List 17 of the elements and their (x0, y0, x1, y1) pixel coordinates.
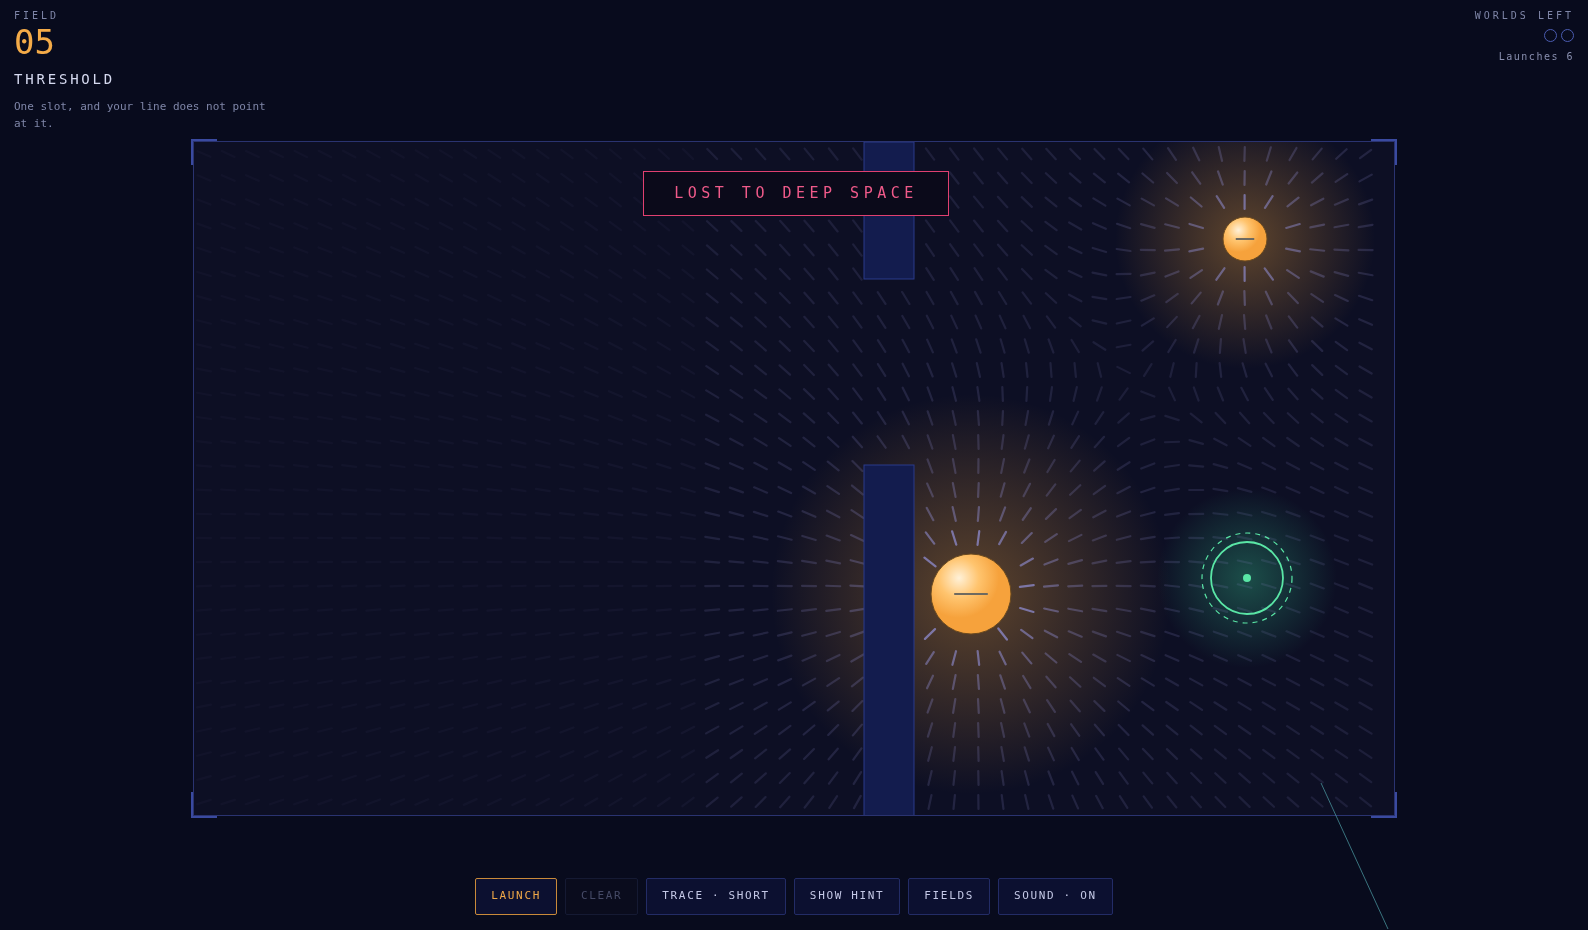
field-label: FIELD (14, 9, 61, 23)
control-button[interactable]: LAUNCH (475, 878, 557, 915)
control-button[interactable]: TRACE · SHORT (646, 878, 786, 915)
control-button[interactable]: SHOW HINT (793, 878, 901, 915)
worlds-left-label: WORLDS LEFT (1474, 9, 1574, 23)
corner-bracket (1371, 139, 1397, 165)
field-title: THRESHOLD (14, 70, 117, 89)
control-button[interactable]: FIELDS (908, 878, 990, 915)
launches-count: Launches 6 (1498, 50, 1574, 64)
corner-bracket (191, 792, 217, 818)
corner-bracket (191, 139, 217, 165)
planet-drawing (1222, 216, 1268, 262)
control-button[interactable]: SOUND · ON (997, 878, 1113, 915)
field-number: 05 (14, 23, 56, 61)
field-description: One slot, and your line does not point at it. (14, 99, 267, 132)
corner-bracket (1371, 792, 1397, 818)
status-banner: LOST TO DEEP SPACE (643, 171, 949, 216)
